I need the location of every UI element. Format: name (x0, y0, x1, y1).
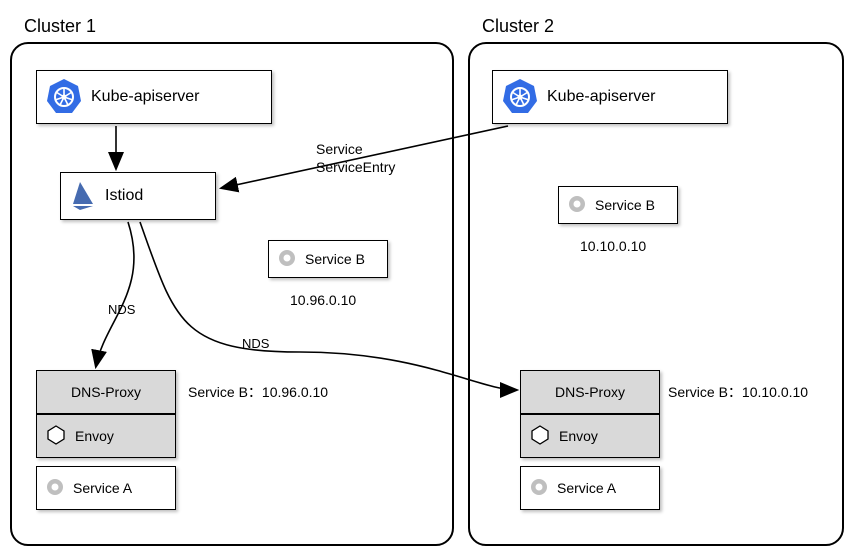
service-a-2-label: Service A (557, 480, 616, 496)
service-entry-line2: ServiceEntry (316, 158, 395, 176)
kubernetes-icon (45, 77, 83, 118)
dns-proxy-2-box: DNS-Proxy (520, 370, 660, 414)
kube-apiserver-2-box: Kube-apiserver (492, 70, 728, 124)
service-b-2-box: Service B (558, 186, 678, 224)
service-a-2-box: Service A (520, 466, 660, 510)
gear-icon (567, 194, 587, 217)
kube-apiserver-1-label: Kube-apiserver (91, 88, 200, 106)
dns-proxy-1-box: DNS-Proxy (36, 370, 176, 414)
gear-icon (45, 477, 65, 500)
service-entry-line1: Service (316, 140, 395, 158)
kube-apiserver-1-box: Kube-apiserver (36, 70, 272, 124)
envoy-1-box: Envoy (36, 414, 176, 458)
service-b-map-2: Service B：10.10.0.10 (668, 382, 808, 402)
hexagon-icon (529, 424, 551, 449)
dns-proxy-1-label: DNS-Proxy (71, 384, 141, 400)
service-b-1-ip: 10.96.0.10 (290, 292, 356, 308)
nds-label-2: NDS (242, 336, 269, 351)
envoy-2-label: Envoy (559, 428, 598, 444)
envoy-2-box: Envoy (520, 414, 660, 458)
cluster-1-title: Cluster 1 (24, 16, 96, 37)
service-b-map-1: Service B：10.96.0.10 (188, 382, 328, 402)
gear-icon (529, 477, 549, 500)
service-b-2-ip: 10.10.0.10 (580, 238, 646, 254)
envoy-1-label: Envoy (75, 428, 114, 444)
gear-icon (277, 248, 297, 271)
istiod-label: Istiod (105, 187, 143, 205)
istiod-box: Istiod (60, 172, 216, 220)
istio-icon (69, 178, 97, 215)
kubernetes-icon (501, 77, 539, 118)
service-b-1-box: Service B (268, 240, 388, 278)
service-a-1-label: Service A (73, 480, 132, 496)
service-b-2-label: Service B (595, 197, 655, 213)
service-b-1-label: Service B (305, 251, 365, 267)
kube-apiserver-2-label: Kube-apiserver (547, 88, 656, 106)
nds-label-1: NDS (108, 302, 135, 317)
dns-proxy-2-label: DNS-Proxy (555, 384, 625, 400)
service-entry-label: Service ServiceEntry (316, 140, 395, 176)
cluster-2-title: Cluster 2 (482, 16, 554, 37)
hexagon-icon (45, 424, 67, 449)
service-a-1-box: Service A (36, 466, 176, 510)
